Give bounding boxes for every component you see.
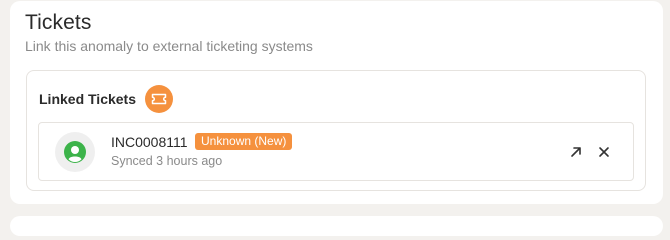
section-subtitle: Link this anomaly to external ticketing … <box>25 38 313 54</box>
user-icon <box>55 132 95 172</box>
section-title: Tickets <box>25 11 92 34</box>
ticket-id[interactable]: INC0008111 <box>111 134 188 150</box>
open-external-icon <box>571 147 581 157</box>
linked-tickets-panel: Linked Tickets INC0008111 Unknown (New) … <box>26 70 646 191</box>
next-card <box>10 216 663 236</box>
linked-tickets-header: Linked Tickets <box>39 85 174 113</box>
open-external-button[interactable] <box>567 143 585 161</box>
ticket-row[interactable]: INC0008111 Unknown (New) Synced 3 hours … <box>38 122 634 181</box>
sync-timestamp: Synced 3 hours ago <box>111 154 223 168</box>
ticket-icon <box>145 85 174 113</box>
remove-ticket-button[interactable] <box>595 143 613 161</box>
status-badge: Unknown (New) <box>195 133 293 150</box>
tickets-card: Tickets Link this anomaly to external ti… <box>10 1 663 204</box>
close-icon <box>599 147 609 157</box>
linked-tickets-title: Linked Tickets <box>39 91 137 107</box>
